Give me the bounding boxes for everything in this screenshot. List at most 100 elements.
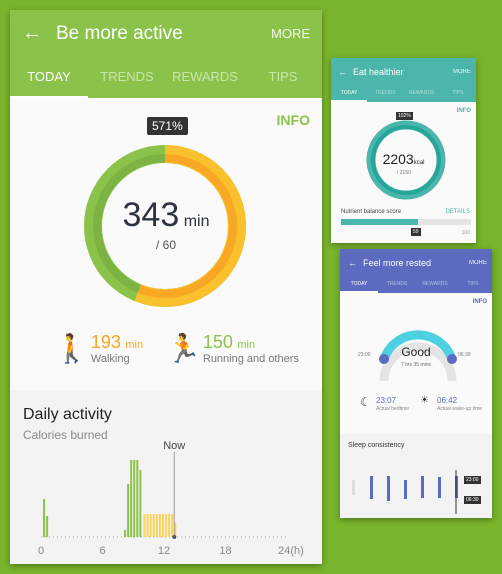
calorie-bar bbox=[171, 514, 174, 537]
calorie-bar bbox=[149, 514, 152, 537]
tab-bar: TODAY TRENDS REWARDS TIPS bbox=[10, 57, 322, 98]
eat-healthier-card[interactable]: ← Eat healthier MORE TODAY TRENDS REWARD… bbox=[331, 58, 476, 243]
x-tick-label: 24(h) bbox=[278, 545, 304, 557]
calorie-bar bbox=[161, 514, 164, 537]
running-stat: 🏃 150 min Running and others bbox=[166, 332, 299, 365]
total-unit: min bbox=[183, 213, 210, 230]
eat-tab-trends[interactable]: TRENDS bbox=[367, 86, 403, 102]
walking-label: Walking bbox=[90, 353, 130, 365]
daily-activity-section: Daily activity Calories burned Now 0 6 12 18… bbox=[10, 390, 322, 564]
bedtime-label: Actual bedtime bbox=[376, 406, 410, 412]
page-title: Be more active bbox=[56, 22, 183, 44]
info-button[interactable]: INFO bbox=[277, 112, 310, 128]
x-tick-label: 6 bbox=[99, 545, 105, 557]
feel-more-rested-card[interactable]: ← Feel more rested MORE TODAY TRENDS REW… bbox=[340, 249, 492, 518]
eat-tab-rewards[interactable]: REWARDS bbox=[404, 86, 440, 102]
calorie-bar bbox=[136, 460, 139, 537]
eat-tab-bar: TODAY TRENDS REWARDS TIPS bbox=[331, 86, 476, 102]
eat-back-icon[interactable]: ← bbox=[338, 67, 347, 77]
eat-unit: kcal bbox=[413, 160, 425, 166]
rest-tab-tips[interactable]: TIPS bbox=[454, 276, 492, 293]
rest-tab-rewards[interactable]: REWARDS bbox=[416, 276, 454, 293]
be-more-active-card: ← Be more active MORE TODAY TRENDS REWAR… bbox=[10, 10, 322, 564]
details-button[interactable]: DETAILS bbox=[445, 209, 470, 215]
rest-tab-trends[interactable]: TRENDS bbox=[378, 276, 416, 293]
calorie-bar bbox=[139, 470, 142, 537]
calorie-bar bbox=[143, 514, 146, 537]
eat-tab-tips[interactable]: TIPS bbox=[440, 86, 476, 102]
calorie-bar bbox=[124, 530, 127, 537]
rest-title: Feel more rested bbox=[363, 257, 432, 268]
calorie-bar bbox=[130, 460, 133, 537]
walking-stat: 🚶 193 min Walking bbox=[54, 332, 143, 365]
rest-info-button[interactable]: INFO bbox=[473, 299, 487, 305]
tab-trends[interactable]: TRENDS bbox=[88, 57, 166, 98]
running-value: 150 bbox=[202, 332, 233, 352]
wake-label: Actual wake-up time bbox=[437, 406, 483, 412]
running-label: Running and others bbox=[202, 353, 299, 365]
more-button[interactable]: MORE bbox=[271, 26, 310, 41]
rest-tab-today[interactable]: TODAY bbox=[340, 276, 378, 293]
eat-more-button[interactable]: MORE bbox=[453, 69, 471, 75]
day-bar bbox=[438, 477, 441, 498]
eat-info-button[interactable]: INFO bbox=[457, 108, 471, 114]
sleep-consistency-section: Sleep consistency 23:00 06:30 bbox=[340, 434, 492, 518]
eat-goal: / 2150 bbox=[397, 170, 411, 176]
rest-back-icon[interactable]: ← bbox=[348, 258, 357, 268]
now-label: Now bbox=[163, 440, 185, 452]
calorie-bar bbox=[165, 514, 168, 537]
calorie-bar bbox=[127, 484, 130, 537]
x-tick-label: 18 bbox=[219, 545, 231, 557]
day-bar bbox=[404, 480, 407, 499]
nutrient-label: Nutrient balance score bbox=[341, 209, 402, 215]
tab-today[interactable]: TODAY bbox=[10, 57, 88, 98]
calorie-bar bbox=[133, 460, 136, 537]
tab-tips[interactable]: TIPS bbox=[244, 57, 322, 98]
rest-more-button[interactable]: MORE bbox=[469, 260, 487, 266]
calorie-bar bbox=[152, 514, 155, 537]
calorie-bar bbox=[158, 514, 161, 537]
nutrient-max: 100 bbox=[461, 230, 470, 236]
walking-value: 193 bbox=[90, 332, 121, 352]
day-bar bbox=[352, 480, 355, 495]
walking-icon: 🚶 bbox=[54, 333, 89, 364]
rest-tab-bar: TODAY TRENDS REWARDS TIPS bbox=[340, 276, 492, 293]
total-minutes: 343 bbox=[122, 196, 180, 234]
x-tick-label: 12 bbox=[158, 545, 170, 557]
sunrise-icon: ☀ bbox=[420, 395, 429, 406]
daily-title: Daily activity bbox=[23, 406, 112, 423]
rest-app-bar: ← Feel more rested MORE bbox=[340, 249, 492, 276]
calorie-bar bbox=[168, 514, 171, 537]
sleep-duration: 7 hrs 35 mins bbox=[400, 362, 431, 368]
running-icon: 🏃 bbox=[166, 333, 201, 364]
day-bar bbox=[387, 476, 390, 501]
eat-title: Eat healthier bbox=[353, 67, 404, 77]
moon-icon: ☾ bbox=[360, 395, 371, 409]
wake-value: 06:42 bbox=[437, 396, 458, 405]
calorie-bar bbox=[46, 516, 49, 537]
walking-unit: min bbox=[125, 339, 144, 351]
calorie-bar bbox=[155, 514, 158, 537]
percent-badge: 571% bbox=[147, 117, 188, 135]
calorie-bar bbox=[146, 514, 149, 537]
nutrient-score: 59 bbox=[411, 228, 421, 236]
running-unit: min bbox=[237, 339, 256, 351]
sleep-quality: Good bbox=[401, 345, 431, 359]
day-bar bbox=[421, 476, 424, 498]
nutrient-bar bbox=[341, 219, 471, 225]
app-bar: ← Be more active MORE bbox=[10, 10, 322, 57]
day-bar bbox=[370, 476, 373, 499]
eat-tab-today[interactable]: TODAY bbox=[331, 86, 368, 102]
calorie-bar bbox=[43, 499, 46, 537]
eat-app-bar: ← Eat healthier MORE bbox=[331, 58, 476, 86]
x-tick-label: 0 bbox=[38, 545, 44, 557]
goal: / 60 bbox=[156, 238, 177, 252]
eat-percent-badge: 102% bbox=[396, 112, 413, 120]
target-bedtime-tag: 23:00 bbox=[464, 476, 481, 484]
now-dot bbox=[172, 535, 177, 539]
back-arrow-icon[interactable]: ← bbox=[22, 22, 42, 45]
target-wake-tag: 06:30 bbox=[464, 496, 481, 504]
eat-kcal: 2203 bbox=[382, 151, 414, 167]
tab-rewards[interactable]: REWARDS bbox=[166, 57, 244, 98]
calories-chart: Now 0 6 12 18 24(h) bbox=[38, 440, 304, 557]
